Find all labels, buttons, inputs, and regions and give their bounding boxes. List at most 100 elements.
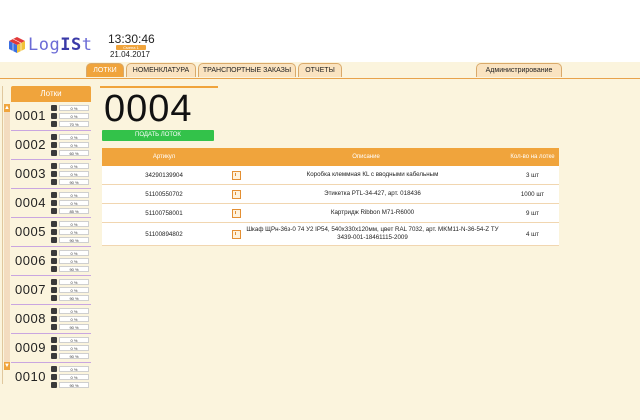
clock: 13:30:46 bbox=[108, 32, 155, 46]
lot-item[interactable]: 0006 0 % 0 % 90 % bbox=[11, 247, 91, 276]
cell-quantity: 4 шт bbox=[526, 230, 539, 238]
lot-stat: 0 % bbox=[51, 191, 89, 198]
lot-item-stats: 0 % 0 % 85 % bbox=[51, 191, 89, 215]
stat-value: 90 % bbox=[59, 265, 89, 272]
stat-value: 0 % bbox=[59, 162, 89, 169]
table-row[interactable]: 34290139904 Коробка клеммная КL с вводным… bbox=[102, 166, 559, 185]
lot-item[interactable]: 0003 0 % 0 % 90 % bbox=[11, 160, 91, 189]
stat-value: 0 % bbox=[59, 344, 89, 351]
lot-stat: 90 % bbox=[51, 236, 89, 243]
stat-icon bbox=[51, 133, 57, 140]
lot-item-number: 0005 bbox=[15, 224, 46, 239]
lot-stat: 0 % bbox=[51, 278, 89, 285]
lot-item-number: 0010 bbox=[15, 369, 46, 384]
lots-list: 0001 0 % 0 % 70 % 0002 0 % 0 % 60 % 0003 0 % 0 % 90… bbox=[11, 102, 91, 388]
scroll-up-icon[interactable]: ▲ bbox=[4, 104, 10, 112]
lot-item[interactable]: 0008 0 % 0 % 90 % bbox=[11, 305, 91, 334]
stat-icon bbox=[51, 236, 57, 243]
lot-stat: 0 % bbox=[51, 373, 89, 380]
cell-description: Шкаф ЩРн-36з-0 74 У2 IP54, 540х330х120мм… bbox=[226, 226, 506, 242]
stat-icon bbox=[51, 373, 57, 380]
tab-administration[interactable]: Администрирование bbox=[476, 63, 562, 77]
header-description: Описание bbox=[352, 154, 380, 160]
scroll-down-icon[interactable]: ▼ bbox=[4, 362, 10, 370]
stat-value: 0 % bbox=[59, 228, 89, 235]
stat-icon bbox=[51, 336, 57, 343]
cell-article: 51100758001 bbox=[145, 209, 183, 217]
tab-transport-orders[interactable]: ТРАНСПОРТНЫЕ ЗАКАЗЫ bbox=[198, 63, 296, 77]
lot-stat: 70 % bbox=[51, 120, 89, 127]
logo-text-part2: IS bbox=[60, 35, 82, 55]
header: LogISt 13:30:46 Смена 1 21.04.2017 bbox=[0, 0, 640, 62]
stat-icon bbox=[51, 365, 57, 372]
lot-stat: 0 % bbox=[51, 199, 89, 206]
lot-item[interactable]: 0002 0 % 0 % 60 % bbox=[11, 131, 91, 160]
items-table: Артикул Описание Кол-во на лотке 3429013… bbox=[102, 148, 559, 246]
lot-item[interactable]: 0010 0 % 0 % 90 % bbox=[11, 363, 91, 388]
info-icon[interactable] bbox=[232, 170, 241, 180]
stat-value: 0 % bbox=[59, 278, 89, 285]
stat-icon bbox=[51, 352, 57, 359]
stat-icon bbox=[51, 228, 57, 235]
lot-item-number: 0004 bbox=[15, 195, 46, 210]
stat-icon bbox=[51, 199, 57, 206]
stat-value: 0 % bbox=[59, 373, 89, 380]
app-window: LogISt 13:30:46 Смена 1 21.04.2017 ЛОТКИ… bbox=[0, 0, 640, 420]
lot-stat: 60 % bbox=[51, 149, 89, 156]
logo-text-part1: Log bbox=[28, 35, 61, 55]
stat-value: 90 % bbox=[59, 352, 89, 359]
sidebar-title: Лотки bbox=[11, 86, 91, 102]
stat-value: 90 % bbox=[59, 236, 89, 243]
lot-stat: 0 % bbox=[51, 104, 89, 111]
sidebar-scrollbar[interactable]: ▲ ▼ bbox=[4, 104, 10, 370]
stat-value: 70 % bbox=[59, 120, 89, 127]
stat-icon bbox=[51, 220, 57, 227]
lot-item-number: 0002 bbox=[15, 137, 46, 152]
stat-value: 0 % bbox=[59, 104, 89, 111]
stat-value: 0 % bbox=[59, 336, 89, 343]
lot-stat: 0 % bbox=[51, 257, 89, 264]
tab-lots[interactable]: ЛОТКИ bbox=[86, 63, 124, 77]
logo-text-part3: t bbox=[81, 35, 93, 55]
stat-value: 90 % bbox=[59, 294, 89, 301]
lot-item-stats: 0 % 0 % 70 % bbox=[51, 104, 89, 128]
cell-article: 34290139904 bbox=[145, 171, 183, 179]
lot-stat: 90 % bbox=[51, 265, 89, 272]
stat-icon bbox=[51, 162, 57, 169]
lot-item[interactable]: 0001 0 % 0 % 70 % bbox=[11, 102, 91, 131]
lot-stat: 0 % bbox=[51, 286, 89, 293]
info-icon[interactable] bbox=[232, 208, 241, 218]
lot-item[interactable]: 0005 0 % 0 % 90 % bbox=[11, 218, 91, 247]
stat-icon bbox=[51, 120, 57, 127]
tab-reports[interactable]: ОТЧЕТЫ bbox=[298, 63, 342, 77]
description-text: Коробка клеммная КL с вводными кабельным bbox=[306, 171, 439, 178]
stat-icon bbox=[51, 112, 57, 119]
stat-icon bbox=[51, 381, 57, 388]
cell-description: Этикетка PTL-34-427, арт. 018436 bbox=[226, 189, 506, 199]
lot-item[interactable]: 0007 0 % 0 % 90 % bbox=[11, 276, 91, 305]
lot-stat: 90 % bbox=[51, 381, 89, 388]
stat-icon bbox=[51, 286, 57, 293]
logo: LogISt bbox=[8, 34, 92, 56]
stat-icon bbox=[51, 178, 57, 185]
lot-item-number: 0006 bbox=[15, 253, 46, 268]
lot-item[interactable]: 0009 0 % 0 % 90 % bbox=[11, 334, 91, 363]
lot-item-stats: 0 % 0 % 90 % bbox=[51, 249, 89, 273]
table-row[interactable]: 51100894802 Шкаф ЩРн-36з-0 74 У2 IP54, 54… bbox=[102, 223, 559, 246]
table-row[interactable]: 51100758001 Картридж Ribbon M71-R6000 9 шт bbox=[102, 204, 559, 223]
lot-stat: 90 % bbox=[51, 323, 89, 330]
info-icon[interactable] bbox=[232, 229, 241, 239]
cell-quantity: 3 шт bbox=[526, 171, 539, 179]
table-row[interactable]: 51100550702 Этикетка PTL-34-427, арт. 018… bbox=[102, 185, 559, 204]
lot-stat: 0 % bbox=[51, 228, 89, 235]
stat-value: 0 % bbox=[59, 257, 89, 264]
lot-stat: 0 % bbox=[51, 307, 89, 314]
table-body: 34290139904 Коробка клеммная КL с вводным… bbox=[102, 166, 559, 246]
tab-nomenclature[interactable]: НОМЕНКЛАТУРА bbox=[126, 63, 196, 77]
lot-item[interactable]: 0004 0 % 0 % 85 % bbox=[11, 189, 91, 218]
info-icon[interactable] bbox=[232, 189, 241, 199]
stat-icon bbox=[51, 141, 57, 148]
submit-lot-button[interactable]: ПОДАТЬ ЛОТОК bbox=[102, 130, 214, 141]
stat-icon bbox=[51, 307, 57, 314]
description-text: Шкаф ЩРн-36з-0 74 У2 IP54, 540х330х120мм… bbox=[246, 226, 499, 241]
